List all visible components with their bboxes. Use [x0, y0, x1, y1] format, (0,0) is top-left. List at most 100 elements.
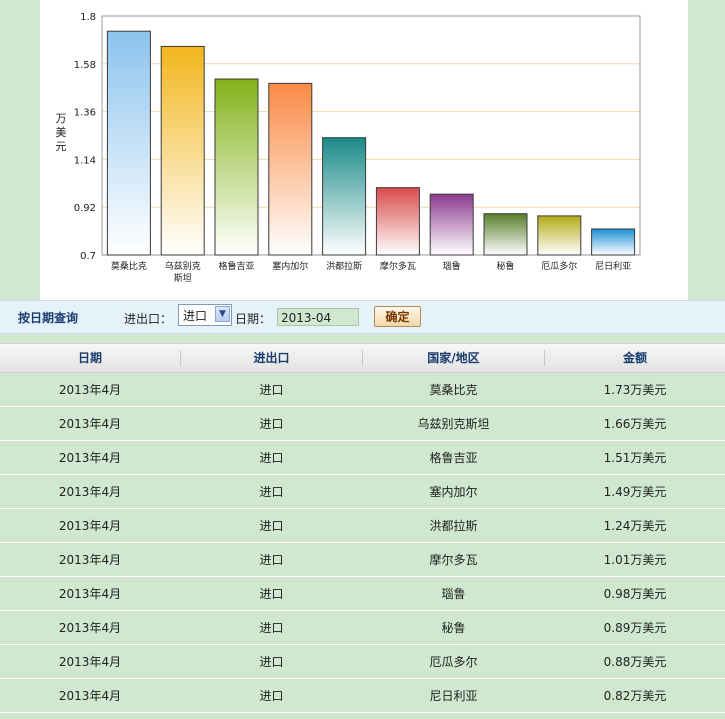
x-category-label: 格鲁吉亚 — [218, 260, 254, 272]
y-tick-label: 1.58 — [74, 60, 96, 71]
cell-country: 厄瓜多尔 — [429, 655, 478, 669]
bar — [322, 137, 367, 256]
bar — [375, 187, 420, 256]
table-header: 日期 进出口 国家/地区 金额 — [0, 343, 725, 373]
table-row: 2013年4月 进口 厄瓜多尔 0.88万美元 — [0, 645, 725, 679]
cell-import-export: 进口 — [259, 689, 284, 703]
table-row: 2013年4月 进口 秘鲁 0.89万美元 — [0, 611, 725, 645]
confirm-button[interactable]: 确定 — [374, 306, 421, 327]
header-country: 国家/地区 — [427, 351, 480, 365]
bars — [106, 30, 636, 256]
import-export-label: 进出口： — [124, 312, 173, 326]
date-input[interactable]: 2013-04 — [277, 308, 359, 326]
y-tick-label: 0.92 — [74, 203, 96, 214]
table-row: 2013年4月 进口 乌兹别克斯坦 1.66万美元 — [0, 407, 725, 441]
cell-amount: 1.49万美元 — [603, 485, 667, 499]
x-category-label: 尼日利亚 — [595, 260, 631, 272]
chart-panel: 0.7 0.92 1.14 1.36 1.58 1.8 莫桑比克 乌兹别克 斯坦 格鲁吉亚 塞内加… — [40, 0, 688, 300]
data-table: 日期 进出口 国家/地区 金额 2013年4月 进口 莫桑比克 1.73万美元 2013… — [0, 343, 725, 713]
cell-amount: 0.82万美元 — [603, 689, 667, 703]
cell-date: 2013年4月 — [58, 655, 122, 669]
y-tick-label: 1.36 — [74, 108, 96, 119]
x-category-label: 莫桑比克 — [111, 260, 147, 272]
cell-date: 2013年4月 — [58, 553, 122, 567]
cell-date: 2013年4月 — [58, 417, 122, 431]
x-category-label: 洪都拉斯 — [326, 260, 362, 272]
header-amount: 金额 — [622, 351, 647, 365]
cell-country: 摩尔多瓦 — [429, 553, 478, 567]
cell-amount: 1.73万美元 — [603, 383, 667, 397]
cell-date: 2013年4月 — [58, 519, 122, 533]
cell-import-export: 进口 — [259, 553, 284, 567]
bar — [268, 82, 313, 256]
table-row: 2013年4月 进口 瑙鲁 0.98万美元 — [0, 577, 725, 611]
x-category-label: 瑙鲁 — [443, 260, 461, 272]
cell-date: 2013年4月 — [58, 621, 122, 635]
cell-import-export: 进口 — [259, 655, 284, 669]
cell-date: 2013年4月 — [58, 587, 122, 601]
cell-import-export: 进口 — [259, 519, 284, 533]
bar — [483, 213, 528, 256]
cell-import-export: 进口 — [259, 451, 284, 465]
import-export-select[interactable]: 进口 ▼ — [178, 304, 232, 326]
x-category-label: 斯坦 — [174, 272, 192, 284]
bar — [160, 45, 205, 256]
y-axis-label: 万美元 — [56, 112, 67, 153]
table-body: 2013年4月 进口 莫桑比克 1.73万美元 2013年4月 进口 乌兹别克斯坦 1.66万… — [0, 373, 725, 713]
x-category-label: 塞内加尔 — [272, 260, 308, 272]
cell-amount: 0.98万美元 — [603, 587, 667, 601]
table-row: 2013年4月 进口 洪都拉斯 1.24万美元 — [0, 509, 725, 543]
bar — [429, 193, 474, 256]
bar — [214, 78, 259, 256]
bar — [106, 30, 151, 256]
cell-amount: 0.88万美元 — [603, 655, 667, 669]
cell-import-export: 进口 — [259, 417, 284, 431]
y-tick-label: 1.14 — [74, 155, 96, 166]
cell-country: 瑙鲁 — [441, 587, 466, 601]
y-axis-ticks: 0.7 0.92 1.14 1.36 1.58 1.8 — [74, 12, 96, 262]
x-axis-labels: 莫桑比克 乌兹别克斯坦 格鲁吉亚 塞内加尔 洪都拉斯 摩尔多瓦 瑙鲁 秘鲁 厄瓜多尔 尼日利亚 — [111, 260, 631, 284]
table-row: 2013年4月 进口 摩尔多瓦 1.01万美元 — [0, 543, 725, 577]
y-tick-label: 1.8 — [80, 12, 96, 23]
bar-chart: 0.7 0.92 1.14 1.36 1.58 1.8 莫桑比克 乌兹别克斯坦 格鲁吉亚 塞内加… — [56, 12, 641, 284]
date-label: 日期： — [235, 312, 272, 326]
cell-import-export: 进口 — [259, 383, 284, 397]
header-import-export: 进出口 — [253, 351, 290, 365]
cell-date: 2013年4月 — [58, 451, 122, 465]
chevron-down-icon[interactable]: ▼ — [215, 306, 230, 322]
table-row: 2013年4月 进口 格鲁吉亚 1.51万美元 — [0, 441, 725, 475]
cell-amount: 0.89万美元 — [603, 621, 667, 635]
import-export-select-value: 进口 — [183, 309, 208, 323]
cell-date: 2013年4月 — [58, 689, 122, 703]
cell-import-export: 进口 — [259, 587, 284, 601]
cell-country: 莫桑比克 — [429, 383, 478, 397]
cell-country: 洪都拉斯 — [429, 519, 478, 533]
bar — [591, 228, 636, 256]
y-tick-label: 0.7 — [80, 251, 96, 262]
x-category-label: 秘鲁 — [496, 260, 514, 272]
cell-date: 2013年4月 — [58, 485, 122, 499]
header-date: 日期 — [77, 351, 102, 365]
x-category-label: 厄瓜多尔 — [541, 260, 577, 272]
cell-date: 2013年4月 — [58, 383, 122, 397]
x-category-label: 摩尔多瓦 — [380, 260, 416, 272]
table-row: 2013年4月 进口 莫桑比克 1.73万美元 — [0, 373, 725, 407]
cell-country: 秘鲁 — [441, 621, 466, 635]
query-title: 按日期查询 — [18, 311, 79, 325]
x-category-label: 乌兹别克 — [165, 260, 201, 272]
table-row: 2013年4月 进口 尼日利亚 0.82万美元 — [0, 679, 725, 713]
cell-amount: 1.51万美元 — [603, 451, 667, 465]
cell-import-export: 进口 — [259, 485, 284, 499]
table-row: 2013年4月 进口 塞内加尔 1.49万美元 — [0, 475, 725, 509]
cell-country: 格鲁吉亚 — [429, 451, 478, 465]
cell-country: 乌兹别克斯坦 — [417, 417, 490, 431]
cell-amount: 1.01万美元 — [603, 553, 667, 567]
cell-country: 塞内加尔 — [429, 485, 478, 499]
cell-amount: 1.66万美元 — [603, 417, 667, 431]
cell-amount: 1.24万美元 — [603, 519, 667, 533]
cell-country: 尼日利亚 — [429, 689, 478, 703]
query-bar: 按日期查询 进出口： 进口 ▼ 日期： 2013-04 确定 — [0, 300, 725, 334]
bar — [537, 215, 582, 256]
cell-import-export: 进口 — [259, 621, 284, 635]
y-axis-title: 万美元 — [56, 112, 67, 153]
